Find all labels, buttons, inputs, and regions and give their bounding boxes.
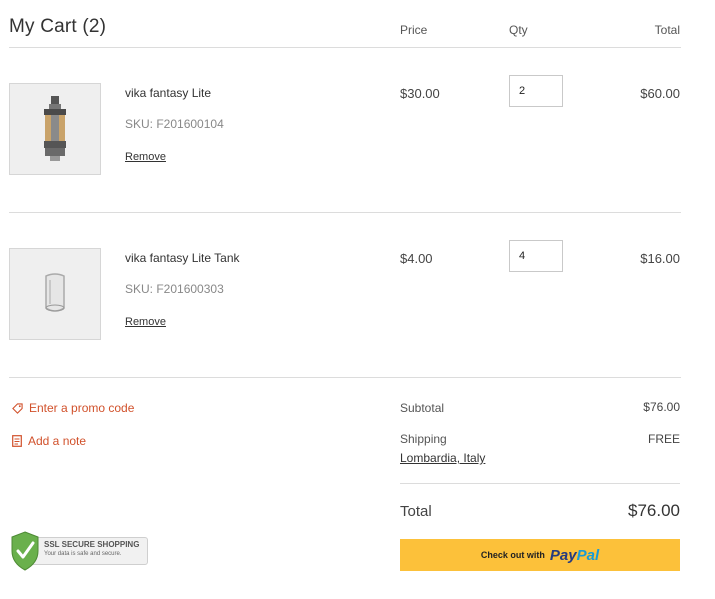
- ssl-badge-title: SSL SECURE SHOPPING: [44, 540, 140, 549]
- product-name[interactable]: vika fantasy Lite Tank: [125, 251, 240, 265]
- glass-tank-image: [45, 273, 65, 312]
- product-sku: SKU: F201600104: [125, 117, 224, 131]
- product-sku: SKU: F201600303: [125, 282, 224, 296]
- divider: [9, 212, 681, 213]
- shipping-label: Shipping: [400, 432, 447, 446]
- add-note-link[interactable]: Add a note: [12, 434, 86, 448]
- divider: [9, 47, 681, 48]
- subtotal-label: Subtotal: [400, 401, 445, 415]
- checkout-button-label: Check out with: [480, 550, 545, 560]
- column-header-price: Price: [400, 23, 428, 37]
- item-total: $60.00: [640, 86, 680, 101]
- item-price: $4.00: [400, 251, 433, 266]
- divider: [9, 377, 681, 378]
- total-label: Total: [400, 503, 432, 520]
- item-total: $16.00: [640, 251, 680, 266]
- promo-code-label: Enter a promo code: [29, 401, 135, 415]
- atomizer-image: [44, 96, 66, 161]
- note-icon: [12, 435, 22, 447]
- tag-icon: [12, 402, 23, 414]
- quantity-input[interactable]: [509, 240, 563, 272]
- shipping-value: FREE: [647, 432, 680, 446]
- ssl-badge-subtitle: Your data is safe and secure.: [44, 551, 122, 557]
- shipping-location-link[interactable]: Lombardia, Italy: [400, 451, 485, 465]
- total-value: $76.00: [628, 501, 680, 520]
- subtotal-value: $76.00: [643, 400, 680, 414]
- paypal-checkout-button[interactable]: Check out with PayPal: [400, 539, 680, 571]
- product-image[interactable]: [9, 83, 101, 175]
- remove-link[interactable]: Remove: [125, 316, 166, 328]
- column-header-total: Total: [654, 23, 680, 37]
- shield-check-icon: [11, 531, 39, 571]
- ssl-secure-badge: SSL SECURE SHOPPING Your data is safe an…: [10, 531, 148, 571]
- add-note-label: Add a note: [28, 434, 87, 448]
- product-image[interactable]: [9, 248, 101, 340]
- column-header-qty: Qty: [509, 23, 528, 37]
- paypal-logo: PayPal: [549, 546, 600, 564]
- page-title: My Cart (2): [9, 16, 107, 37]
- divider: [400, 483, 680, 484]
- remove-link[interactable]: Remove: [125, 151, 166, 163]
- promo-code-link[interactable]: Enter a promo code: [12, 401, 134, 415]
- product-name[interactable]: vika fantasy Lite: [125, 86, 211, 100]
- quantity-input[interactable]: [509, 75, 563, 107]
- item-price: $30.00: [400, 86, 440, 101]
